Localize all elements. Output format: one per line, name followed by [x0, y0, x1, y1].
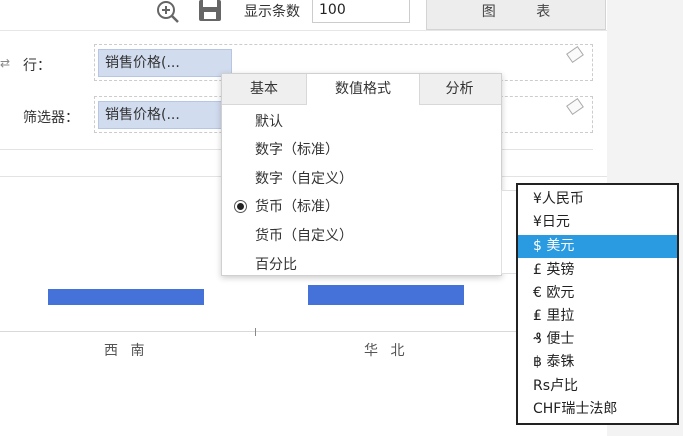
clear-rows-icon[interactable]: [566, 45, 584, 64]
currency-chf[interactable]: CHF瑞士法郎: [518, 398, 677, 421]
currency-submenu: ¥人民币 ¥日元 $ 美元 £ 英镑 € 欧元 ₤ 里拉 ₰ 便士 ฿ 泰铢 R…: [516, 183, 679, 425]
zoom-in-icon[interactable]: [155, 0, 181, 24]
x-axis-tick: [255, 328, 256, 336]
filter-label: 筛选器：: [23, 110, 79, 126]
currency-lira[interactable]: ₤ 里拉: [518, 305, 677, 328]
submenu-connector: [501, 190, 517, 274]
currency-penny[interactable]: ₰ 便士: [518, 328, 677, 351]
display-count-label: 显示条数: [244, 4, 300, 20]
save-icon[interactable]: [198, 0, 222, 22]
format-option-number-standard[interactable]: 数字（标准）: [255, 139, 339, 159]
format-option-number-custom[interactable]: 数字（自定义）: [255, 168, 353, 188]
format-option-currency-standard[interactable]: 货币（标准）: [255, 196, 339, 216]
tab-analysis[interactable]: 分析: [418, 74, 501, 104]
filter-field-pill[interactable]: 销售价格(...: [98, 101, 232, 129]
x-label-southwest: 西 南: [104, 343, 149, 359]
x-label-north: 华 北: [364, 343, 409, 359]
chart-bar-north: [308, 285, 464, 305]
field-format-popup: 基本 数值格式 分析 默认 数字（标准） 数字（自定义） 货币（标准） 货币（自…: [221, 73, 502, 276]
x-axis: [0, 331, 520, 332]
tab-number-format[interactable]: 数值格式: [306, 74, 420, 105]
tab-basic[interactable]: 基本: [222, 74, 306, 104]
currency-jpy[interactable]: ¥日元: [518, 211, 677, 234]
radio-selected-icon[interactable]: [234, 200, 247, 213]
format-option-default[interactable]: 默认: [255, 111, 283, 131]
currency-cny[interactable]: ¥人民币: [518, 188, 677, 211]
display-count-input[interactable]: 100: [312, 0, 410, 23]
currency-eur[interactable]: € 欧元: [518, 282, 677, 305]
chart-tab-button[interactable]: 图 表: [426, 0, 606, 30]
swap-arrow-icon[interactable]: ⇄: [0, 56, 10, 70]
chart-bar-southwest: [48, 289, 204, 305]
format-option-currency-custom[interactable]: 货币（自定义）: [255, 225, 353, 245]
currency-gbp[interactable]: £ 英镑: [518, 259, 677, 282]
rows-label: 行：: [23, 58, 51, 74]
toolbar-divider: [0, 30, 607, 31]
currency-usd[interactable]: $ 美元: [518, 235, 677, 258]
popup-tabs: 基本 数值格式 分析: [222, 74, 501, 105]
rows-field-pill[interactable]: 销售价格(...: [98, 49, 232, 77]
currency-baht[interactable]: ฿ 泰铢: [518, 351, 677, 374]
currency-rupee[interactable]: Rs卢比: [518, 375, 677, 398]
clear-filter-icon[interactable]: [566, 97, 584, 116]
format-option-percent[interactable]: 百分比: [255, 254, 297, 274]
